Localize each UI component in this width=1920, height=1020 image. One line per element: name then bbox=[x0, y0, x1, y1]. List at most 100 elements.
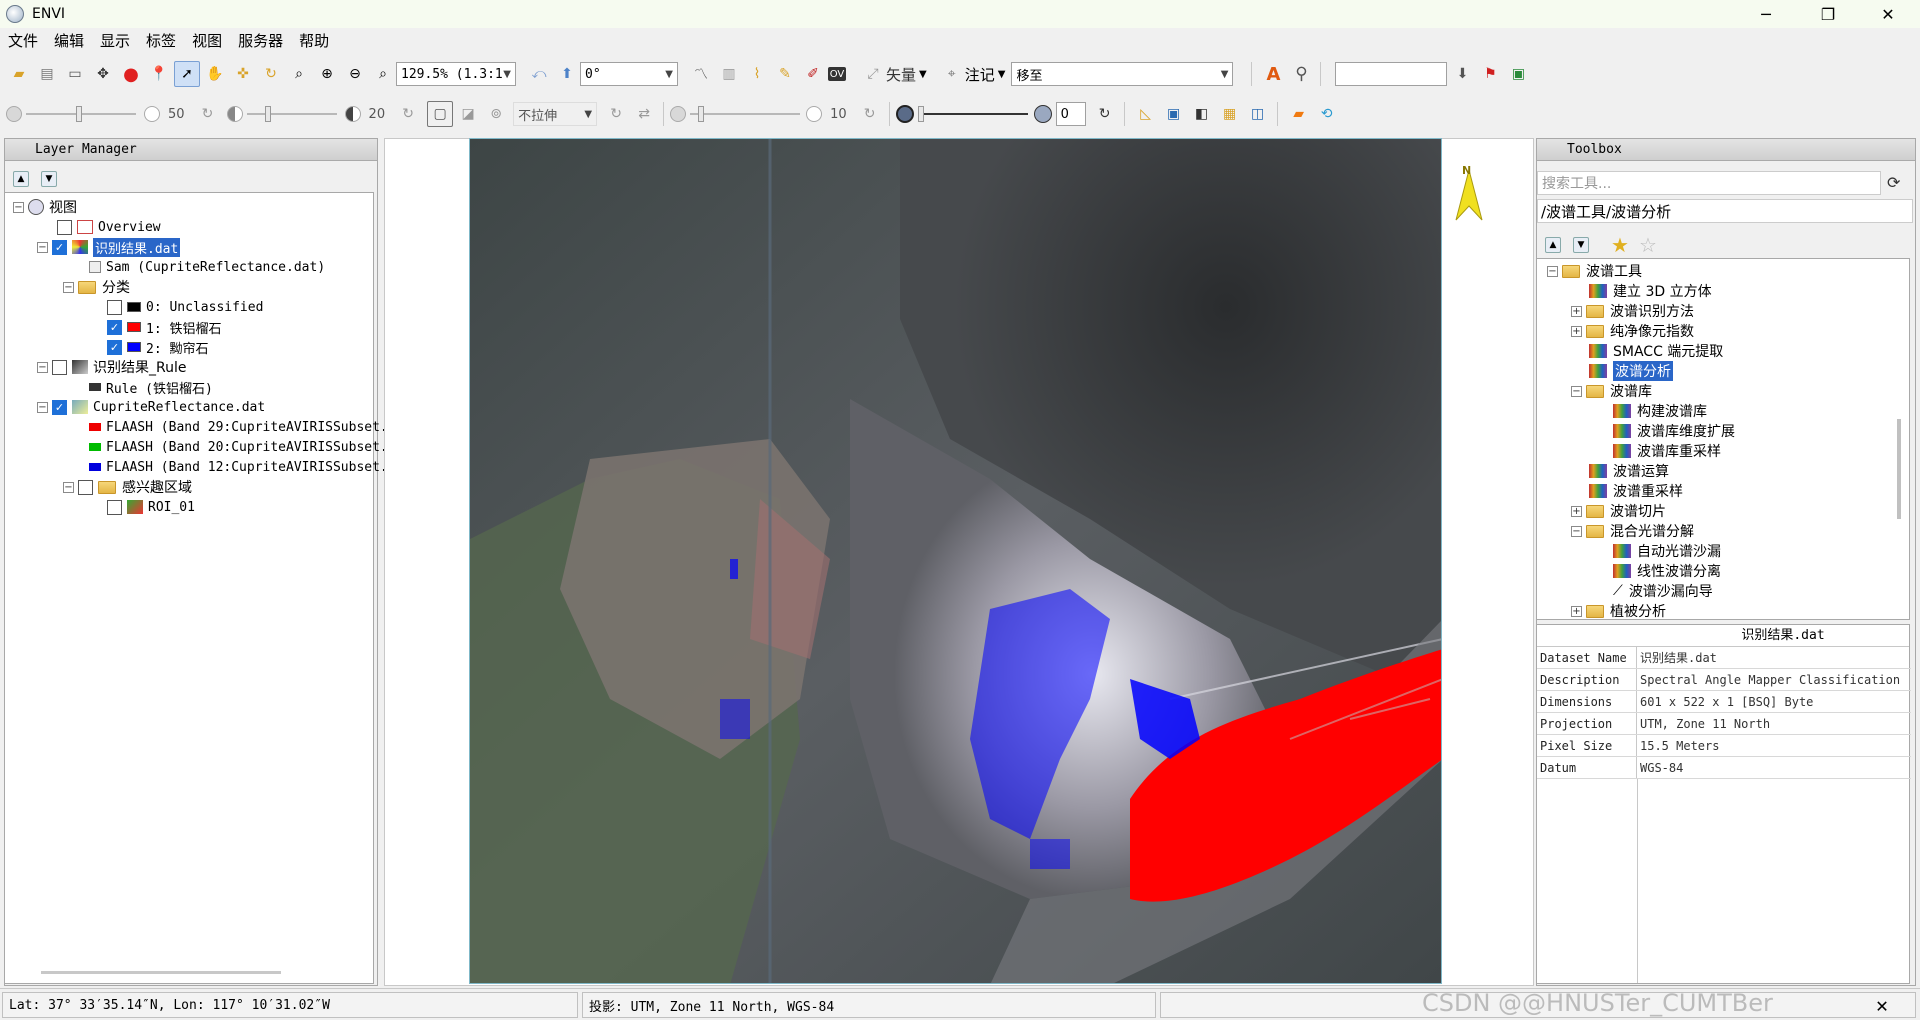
stretch-full-icon[interactable]: ◪ bbox=[455, 101, 481, 127]
tree-node-class2[interactable]: ✓ 2: 黝帘石 bbox=[107, 337, 208, 357]
annotation-edit-icon[interactable]: ✎ bbox=[772, 61, 798, 87]
expand-down-icon[interactable]: ▼ bbox=[41, 171, 57, 187]
toolbox-node[interactable]: 自动光谱沙漏 bbox=[1613, 541, 1721, 561]
crosshair-icon[interactable]: ✥ bbox=[90, 61, 116, 87]
tree-node-band-green[interactable]: FLAASH (Band 20:CupriteAVIRISSubset. bbox=[89, 437, 388, 457]
toolbox-search-input[interactable]: 搜索工具... bbox=[1537, 171, 1881, 195]
transparency-slider[interactable] bbox=[917, 102, 1028, 126]
tree-node-class0[interactable]: 0: Unclassified bbox=[107, 297, 263, 317]
reset-icon[interactable]: ↻ bbox=[195, 101, 221, 127]
toolbox-node[interactable]: + 植被分析 bbox=[1571, 601, 1666, 619]
pin-icon[interactable]: 📍 bbox=[146, 61, 172, 87]
flicker-icon[interactable]: ▦ bbox=[1217, 101, 1243, 127]
menu-server[interactable]: 服务器 bbox=[230, 30, 291, 51]
reset-icon[interactable]: ↻ bbox=[857, 101, 883, 127]
open-folder-icon[interactable]: ▰ bbox=[6, 61, 32, 87]
menu-view[interactable]: 视图 bbox=[184, 30, 230, 51]
toolbox-node[interactable]: − 波谱工具 bbox=[1547, 261, 1642, 281]
tree-node-rule-band[interactable]: Rule (铁铝榴石) bbox=[89, 377, 213, 397]
minimize-button[interactable]: ─ bbox=[1740, 0, 1792, 28]
location-search-input[interactable] bbox=[1335, 62, 1448, 86]
cursor-value-icon[interactable]: ▥ bbox=[716, 61, 742, 87]
north-up-icon[interactable]: ⬆ bbox=[554, 61, 580, 87]
classified-image[interactable] bbox=[469, 138, 1442, 984]
toolbox-node[interactable]: ⟋ 波谱沙漏向导 bbox=[1613, 581, 1713, 601]
zoom-combo[interactable]: 129.5% (1.3:1 ▼ bbox=[396, 62, 516, 86]
menu-display[interactable]: 显示 bbox=[92, 30, 138, 51]
toolbox-node[interactable]: SMACC 端元提取 bbox=[1589, 341, 1723, 361]
favorite-star-icon[interactable]: ★ bbox=[1611, 233, 1629, 257]
stretch-type-icon[interactable]: ⇄ bbox=[631, 101, 657, 127]
collapse-up-icon[interactable]: ▲ bbox=[1545, 237, 1561, 253]
search-icon[interactable]: ⚲ bbox=[1288, 61, 1314, 87]
stretch-target-icon[interactable]: ⊚ bbox=[483, 101, 509, 127]
collapse-up-icon[interactable]: ▲ bbox=[13, 171, 29, 187]
tree-node-sam[interactable]: Sam (CupriteReflectance.dat) bbox=[89, 257, 325, 277]
menu-label[interactable]: 标签 bbox=[138, 30, 184, 51]
contrast-slider[interactable] bbox=[246, 102, 337, 126]
rotation-combo[interactable]: 0° ▼ bbox=[580, 62, 678, 86]
tree-node-roi-folder[interactable]: − 感兴趣区域 bbox=[63, 477, 192, 497]
toolbox-node[interactable]: 波谱库重采样 bbox=[1613, 441, 1721, 461]
swipe-icon[interactable]: ◫ bbox=[1245, 101, 1271, 127]
data-manager-icon[interactable]: ▤ bbox=[34, 61, 60, 87]
toolbox-node[interactable]: 波谱运算 bbox=[1589, 461, 1669, 481]
map-pin-icon[interactable]: ⚑ bbox=[1477, 61, 1503, 87]
rotate-left-icon[interactable]: ⤺ bbox=[526, 61, 552, 87]
vector-label[interactable]: 矢量 bbox=[886, 64, 916, 85]
tree-node-band-blue[interactable]: FLAASH (Band 12:CupriteAVIRISSubset. bbox=[89, 457, 388, 477]
ruler-icon[interactable]: ◺ bbox=[1133, 101, 1159, 127]
toolbox-node[interactable]: − 波谱库 bbox=[1571, 381, 1652, 401]
zoom-fit-icon[interactable]: ⌕ bbox=[370, 61, 396, 87]
rotate-icon[interactable]: ↻ bbox=[258, 61, 284, 87]
toolbox-node[interactable]: 波谱分析 bbox=[1589, 361, 1673, 381]
image-icon[interactable]: ▣ bbox=[1161, 101, 1187, 127]
portal-icon[interactable]: ▰ bbox=[1286, 101, 1312, 127]
maximize-button[interactable]: ❐ bbox=[1802, 0, 1854, 28]
horizontal-scrollbar[interactable] bbox=[41, 971, 281, 974]
chip-to-file-icon[interactable]: ⟲ bbox=[1314, 101, 1340, 127]
record-icon[interactable]: ● bbox=[118, 61, 144, 87]
close-status-icon[interactable]: ✕ bbox=[1876, 993, 1888, 1017]
annotation-icon[interactable]: ⌖ bbox=[939, 61, 965, 87]
toolbox-node[interactable]: + 波谱识别方法 bbox=[1571, 301, 1694, 321]
crosshair-profile-icon[interactable]: ⌇ bbox=[744, 61, 770, 87]
expand-down-icon[interactable]: ▼ bbox=[1573, 237, 1589, 253]
tree-node-overview[interactable]: Overview bbox=[57, 217, 161, 237]
reset-icon[interactable]: ↻ bbox=[1092, 101, 1118, 127]
blend-icon[interactable]: ◧ bbox=[1189, 101, 1215, 127]
refresh-icon[interactable]: ⟳ bbox=[1887, 173, 1900, 192]
vertical-scrollbar[interactable] bbox=[1897, 419, 1901, 519]
toolbox-node[interactable]: 构建波谱库 bbox=[1613, 401, 1707, 421]
favorite-outline-icon[interactable]: ☆ bbox=[1639, 233, 1657, 257]
sharpen-slider[interactable] bbox=[690, 102, 801, 126]
roi-tool-icon[interactable]: ✐ bbox=[800, 61, 826, 87]
toolbox-node[interactable]: 线性波谱分离 bbox=[1613, 561, 1721, 581]
annotation-label[interactable]: 注记 bbox=[965, 64, 995, 85]
zoom-out-icon[interactable]: ⊖ bbox=[342, 61, 368, 87]
toolbox-node[interactable]: 波谱重采样 bbox=[1589, 481, 1683, 501]
tree-node-roi01[interactable]: ROI_01 bbox=[107, 497, 195, 517]
stretch-extent-icon[interactable]: ▢ bbox=[427, 101, 454, 127]
stretch-combo[interactable]: 不拉伸 ▼ bbox=[513, 102, 598, 126]
zoom-fixed-icon[interactable]: ⌕ bbox=[286, 61, 312, 87]
spectral-profile-icon[interactable]: 〽 bbox=[688, 61, 714, 87]
tree-node-cuprite[interactable]: − ✓ CupriteReflectance.dat bbox=[37, 397, 265, 417]
menu-edit[interactable]: 编辑 bbox=[46, 30, 92, 51]
reset-icon[interactable]: ↻ bbox=[603, 101, 629, 127]
tree-node-rule[interactable]: − 识别结果_Rule bbox=[37, 357, 186, 377]
select-arrow-icon[interactable]: ➚ bbox=[174, 61, 200, 87]
vector-icon[interactable]: ⤢ bbox=[860, 61, 886, 87]
zoom-in-icon[interactable]: ⊕ bbox=[314, 61, 340, 87]
tree-node-classes[interactable]: − 分类 bbox=[63, 277, 130, 297]
toolbox-node[interactable]: − 混合光谱分解 bbox=[1571, 521, 1694, 541]
tree-node-band-red[interactable]: FLAASH (Band 29:CupriteAVIRISSubset. bbox=[89, 417, 388, 437]
chevron-down-icon[interactable]: ▼ bbox=[919, 69, 927, 80]
tree-node-view[interactable]: − 视图 bbox=[13, 197, 77, 217]
toolbox-node[interactable]: + 纯净像元指数 bbox=[1571, 321, 1694, 341]
tree-node-class1[interactable]: ✓ 1: 铁铝榴石 bbox=[107, 317, 221, 337]
toolbox-node[interactable]: + 波谱切片 bbox=[1571, 501, 1666, 521]
fly-icon[interactable]: ✜ bbox=[230, 61, 256, 87]
close-button[interactable]: ✕ bbox=[1862, 0, 1914, 28]
chevron-down-icon[interactable]: ▼ bbox=[998, 69, 1006, 80]
